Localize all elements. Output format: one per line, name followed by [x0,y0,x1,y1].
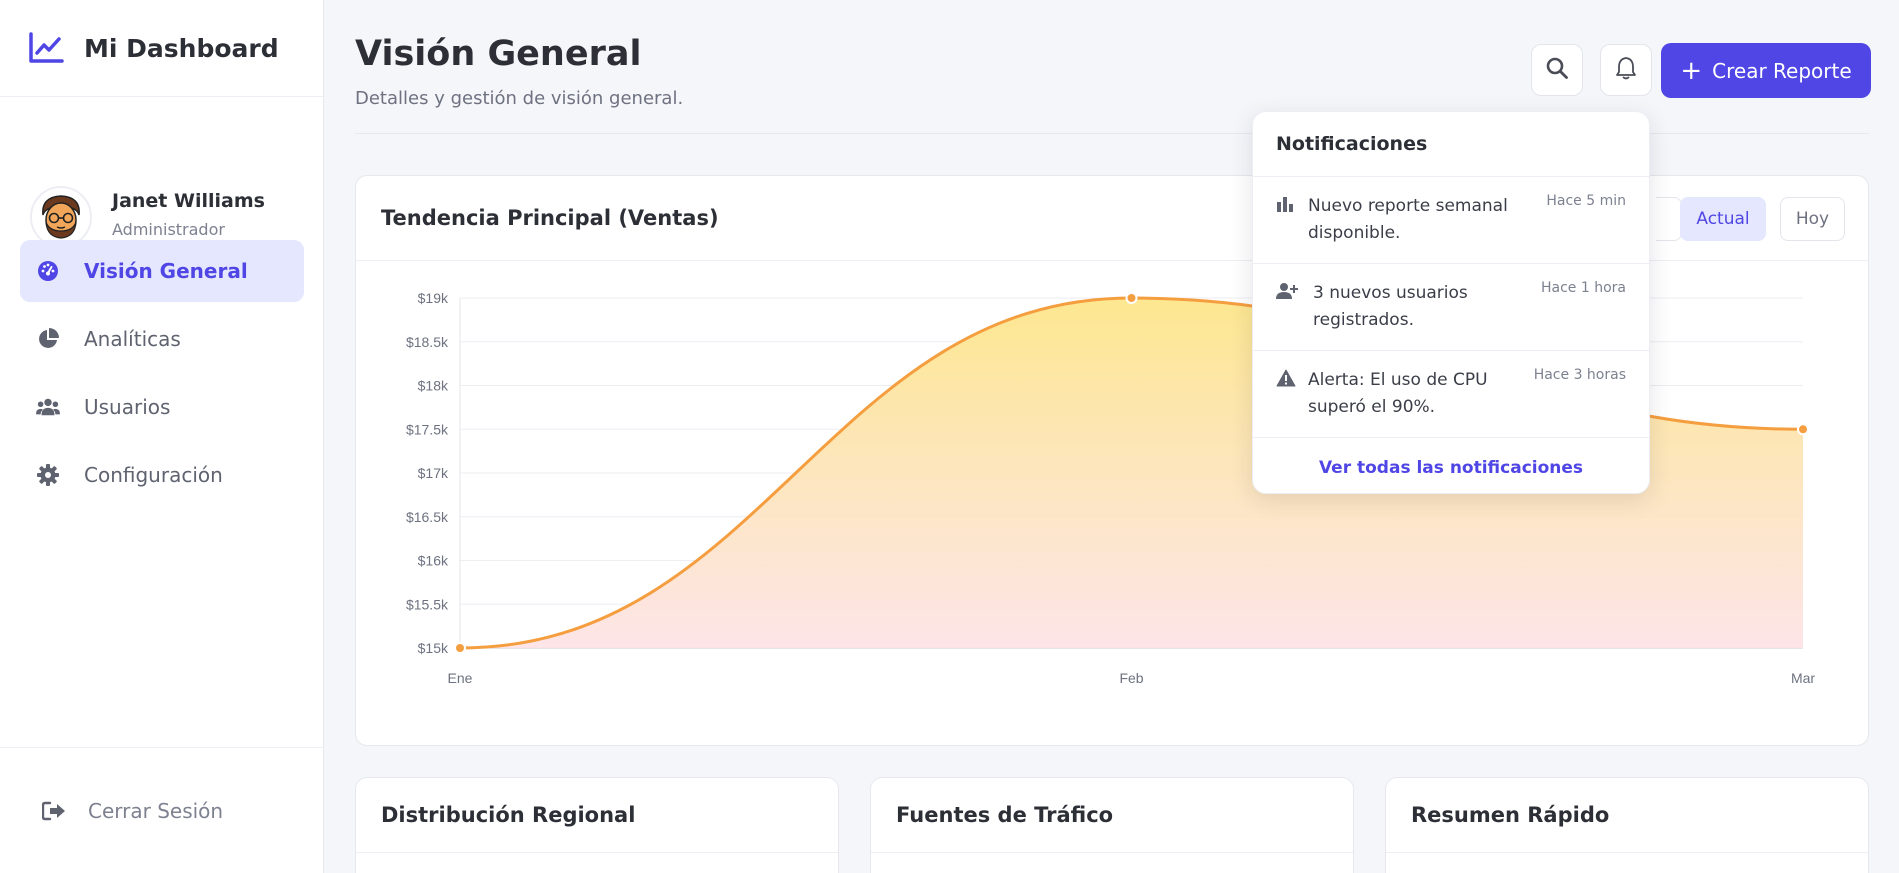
regional-distribution-card: Distribución Regional [355,777,839,873]
sidebar: Mi Dashboard Janet Williams Administrado… [0,0,324,873]
logout-label: Cerrar Sesión [88,798,224,823]
line-chart-icon [28,29,66,67]
traffic-sources-card: Fuentes de Tráfico [870,777,1354,873]
sidebar-item-usuarios[interactable]: Usuarios [20,376,304,438]
sidebar-item-label: Configuración [84,463,223,487]
quick-summary-card: Resumen Rápido [1385,777,1869,873]
notifications-button[interactable] [1600,44,1652,96]
brand-title: Mi Dashboard [84,33,279,63]
y-tick-label: $18.5k [406,334,449,350]
notification-item[interactable]: Nuevo reporte semanal disponible. Hace 5… [1253,177,1649,264]
notification-item[interactable]: 3 nuevos usuarios registrados. Hace 1 ho… [1253,264,1649,351]
x-tick-label: Mar [1791,670,1815,686]
y-tick-label: $17k [418,465,449,481]
sidebar-item-analiticas[interactable]: Analíticas [20,308,304,370]
x-tick-label: Ene [448,670,473,686]
avatar [30,186,92,248]
y-tick-label: $15k [418,640,449,656]
page-subtitle: Detalles y gestión de visión general. [355,88,684,109]
sidebar-item-label: Usuarios [84,395,171,419]
notifications-title: Notificaciones [1253,112,1649,177]
notification-text: 3 nuevos usuarios registrados. [1313,283,1468,330]
sidebar-item-label: Visión General [84,259,248,283]
search-button[interactable] [1531,44,1583,96]
x-tick-label: Feb [1119,670,1143,686]
create-report-button[interactable]: + Crear Reporte [1661,43,1871,98]
y-tick-label: $15.5k [406,596,449,612]
profile-role: Administrador [112,219,225,239]
gauge-icon [36,259,60,283]
sign-out-icon [42,801,66,821]
logout-button[interactable]: Cerrar Sesión [0,747,324,873]
y-tick-label: $16k [418,553,449,569]
y-tick-label: $18k [418,378,449,394]
card-title: Resumen Rápido [1411,803,1610,827]
user-plus-icon [1276,282,1298,302]
page-title: Visión General [355,34,642,74]
notification-item[interactable]: Alerta: El uso de CPU superó el 90%. Hac… [1253,351,1649,438]
plus-icon: + [1680,55,1703,86]
sidebar-item-label: Analíticas [84,327,181,351]
profile-name: Janet Williams [112,189,265,212]
card-title: Distribución Regional [381,803,636,827]
y-tick-label: $17.5k [406,421,449,437]
users-icon [36,395,60,419]
view-all-notifications-link[interactable]: Ver todas las notificaciones [1253,438,1649,498]
sidebar-item-configuracion[interactable]: Configuración [20,444,304,506]
notification-time: Hace 3 horas [1533,367,1626,383]
y-tick-label: $16.5k [406,509,449,525]
notification-text: Nuevo reporte semanal disponible. [1308,196,1508,243]
pie-chart-icon [36,327,60,351]
bell-icon [1615,56,1637,84]
y-tick-label: $19k [418,290,449,306]
notification-time: Hace 1 hora [1541,280,1626,296]
sidebar-item-vision-general[interactable]: Visión General [20,240,304,302]
create-report-label: Crear Reporte [1712,58,1852,83]
sidebar-nav: Visión General Analíticas Usuarios Confi… [20,240,304,512]
filter-hoy[interactable]: Hoy [1780,197,1845,241]
card-title: Tendencia Principal (Ventas) [381,206,719,230]
gear-icon [36,463,60,487]
warning-icon [1276,369,1296,389]
notifications-dropdown: Notificaciones Nuevo reporte semanal dis… [1252,111,1650,494]
data-point[interactable] [454,642,466,654]
data-point[interactable] [1125,292,1138,304]
bar-chart-icon [1276,195,1296,215]
data-point[interactable] [1797,423,1809,436]
brand[interactable]: Mi Dashboard [0,0,323,97]
search-icon [1545,56,1569,84]
filter-button[interactable] [1656,197,1682,241]
card-title: Fuentes de Tráfico [896,803,1114,827]
notification-text: Alerta: El uso de CPU superó el 90%. [1308,370,1488,417]
filter-actual[interactable]: Actual [1680,197,1766,241]
notification-time: Hace 5 min [1546,193,1626,209]
